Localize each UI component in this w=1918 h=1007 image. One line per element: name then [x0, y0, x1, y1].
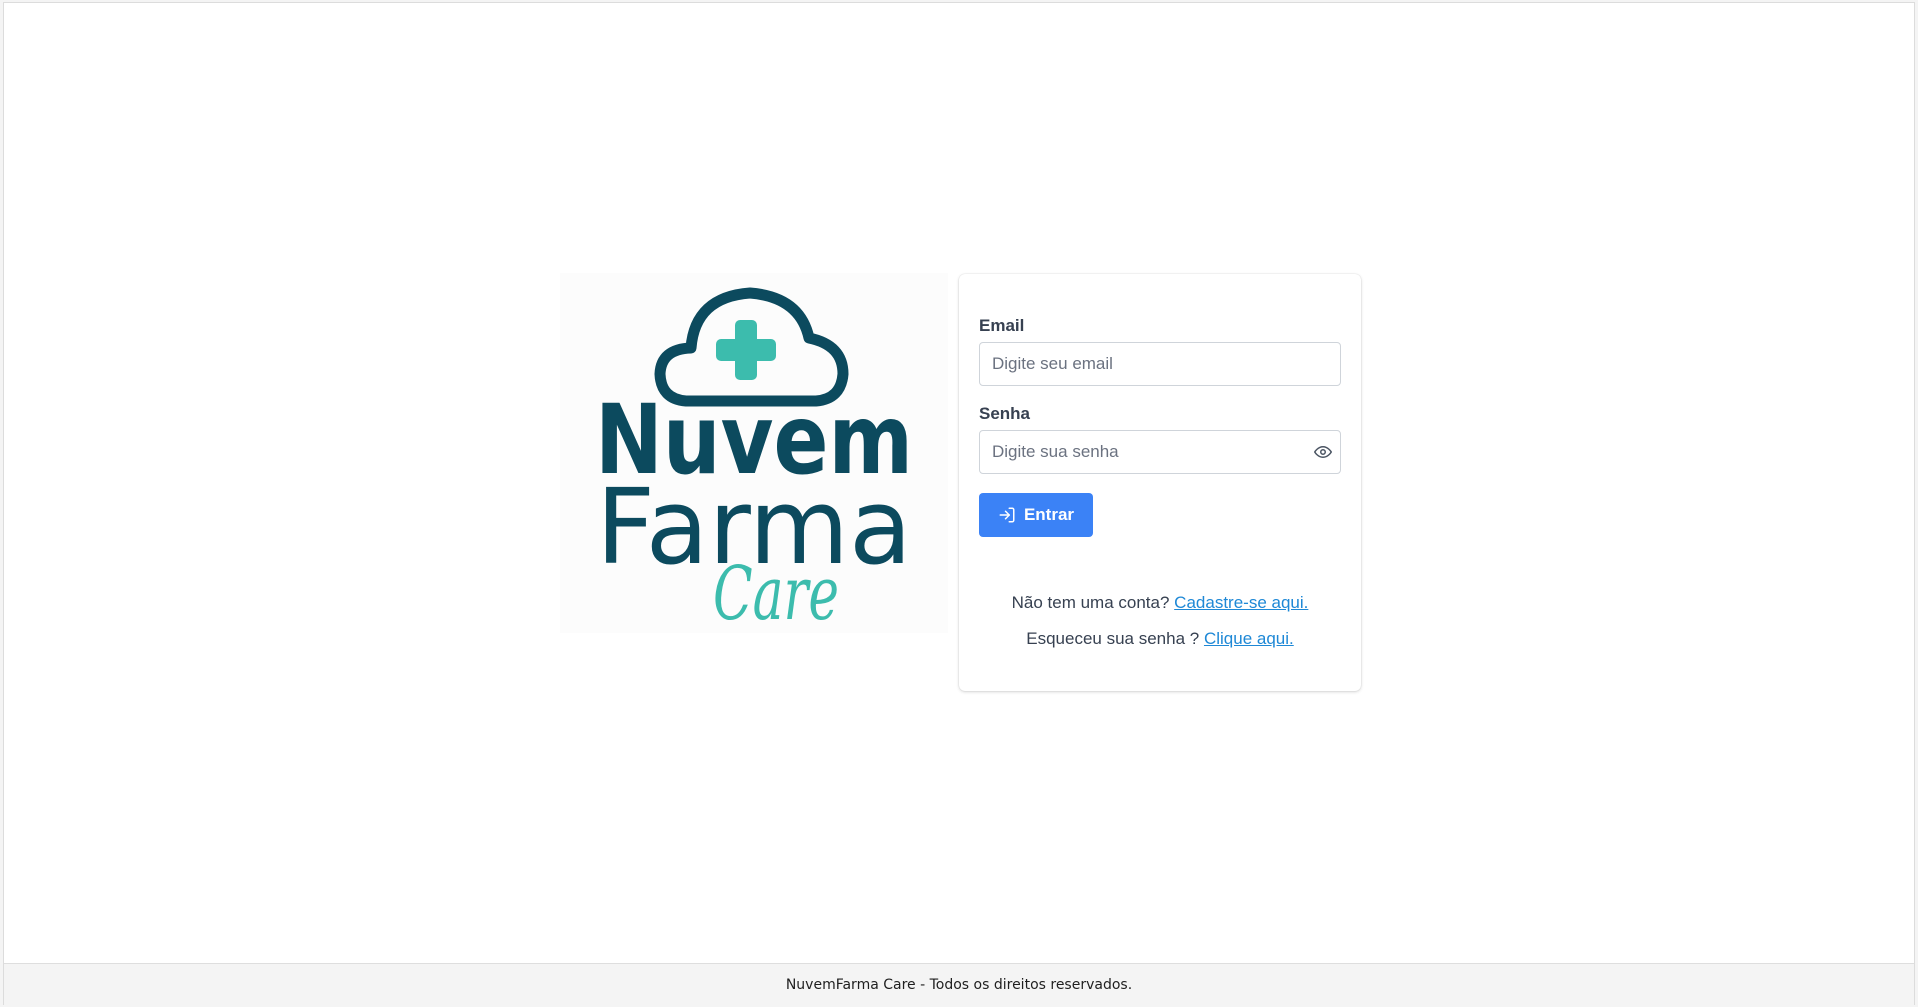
forgot-password-row: Esqueceu sua senha ? Clique aqui. — [959, 629, 1361, 649]
email-label: Email — [979, 316, 1025, 335]
logo-text-care: Care — [713, 551, 839, 633]
brand-logo: Nuvem Farma Care — [560, 273, 948, 633]
footer-text: NuvemFarma Care - Todos os direitos rese… — [785, 976, 1133, 993]
login-button-label: Entrar — [1023, 505, 1075, 524]
signup-text: Não tem uma conta? — [1011, 593, 1170, 612]
password-input[interactable] — [979, 430, 1341, 474]
signup-link[interactable]: Cadastre-se aqui. — [1174, 593, 1308, 612]
login-button[interactable]: Entrar — [979, 493, 1093, 537]
sign-in-icon — [998, 506, 1016, 524]
email-input[interactable] — [979, 342, 1341, 386]
password-label: Senha — [979, 404, 1031, 423]
forgot-password-text: Esqueceu sua senha ? — [1026, 629, 1200, 648]
app-window: Nuvem Farma Care Email Senha — [3, 2, 1915, 1005]
page-footer: NuvemFarma Care - Todos os direitos rese… — [4, 963, 1914, 1005]
forgot-password-link[interactable]: Clique aqui. — [1204, 629, 1294, 648]
login-card: Email Senha Entrar — [959, 274, 1361, 691]
signup-row: Não tem uma conta? Cadastre-se aqui. — [959, 593, 1361, 613]
eye-icon[interactable] — [1313, 443, 1333, 461]
login-page: Nuvem Farma Care Email Senha — [4, 3, 1914, 963]
